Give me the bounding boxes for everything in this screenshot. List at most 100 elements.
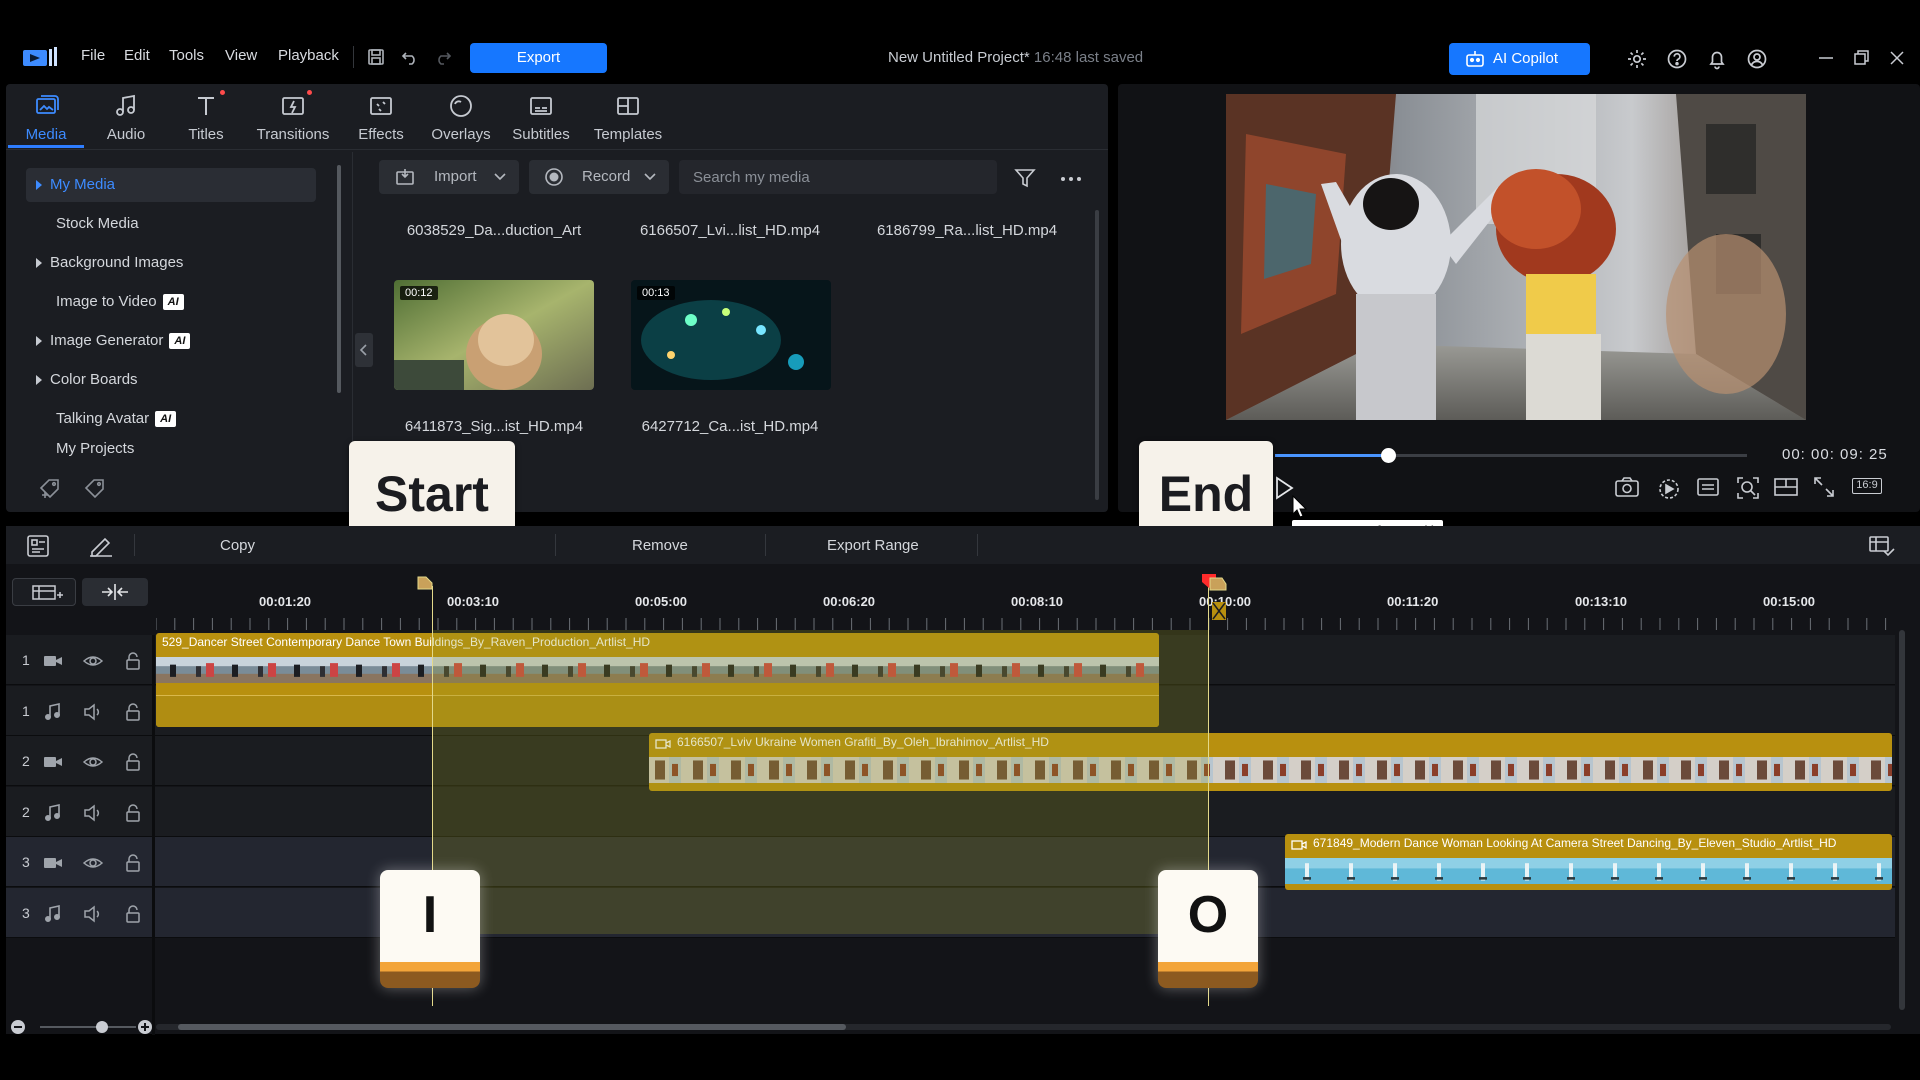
menu-file[interactable]: File	[81, 47, 105, 64]
tab-transitions[interactable]: Transitions	[253, 90, 333, 143]
timeline-clip-video-3[interactable]: 671849_Modern Dance Woman Looking At Cam…	[1285, 834, 1892, 890]
add-tag-icon[interactable]	[38, 478, 62, 500]
tab-media[interactable]: Media	[6, 92, 86, 143]
export-button[interactable]: Export	[470, 43, 607, 73]
zoom-in-icon[interactable]	[137, 1019, 153, 1035]
tab-overlays[interactable]: Overlays	[421, 92, 501, 143]
zoom-out-icon[interactable]	[10, 1019, 26, 1035]
lock-icon[interactable]	[123, 803, 143, 823]
snapshot-camera-icon[interactable]	[1614, 475, 1640, 501]
lock-icon[interactable]	[123, 853, 143, 873]
close-icon[interactable]	[1887, 48, 1911, 72]
library-scrollbar[interactable]	[1095, 210, 1099, 500]
tab-transitions-label: Transitions	[256, 126, 330, 143]
sidebar-scrollbar[interactable]	[337, 165, 341, 393]
record-button[interactable]: Record	[529, 160, 669, 194]
sidebar-item-my-projects[interactable]: My Projects	[26, 441, 316, 457]
notification-bell-icon[interactable]	[1706, 48, 1730, 72]
lock-icon[interactable]	[123, 904, 143, 924]
tab-effects[interactable]: Effects	[341, 92, 421, 143]
undo-icon[interactable]	[400, 47, 422, 69]
tab-subtitles[interactable]: Subtitles	[501, 92, 581, 143]
media-file-name[interactable]: 6038529_Da...duction_Art	[384, 222, 604, 239]
sidebar-item-image-to-video[interactable]: Image to Video AI	[26, 285, 316, 319]
music-note-icon	[43, 904, 63, 924]
save-icon[interactable]	[366, 47, 388, 69]
track-number: 3	[22, 854, 30, 870]
scrubber-progress	[1275, 454, 1389, 457]
timeline-tools-icon[interactable]	[26, 534, 50, 558]
media-file-name[interactable]: 6427712_Ca...ist_HD.mp4	[620, 418, 840, 435]
in-marker-flag[interactable]	[416, 576, 434, 590]
media-thumbnail[interactable]: 00:12	[394, 280, 594, 390]
fit-timeline-button[interactable]	[82, 578, 148, 606]
menu-edit[interactable]: Edit	[124, 47, 150, 64]
menu-view[interactable]: View	[225, 47, 257, 64]
remove-button[interactable]: Remove	[632, 537, 688, 554]
lock-icon[interactable]	[123, 752, 143, 772]
speaker-icon[interactable]	[83, 803, 103, 823]
toolbar-separator	[977, 534, 978, 556]
menu-playback[interactable]: Playback	[278, 47, 339, 64]
filter-icon[interactable]	[1014, 167, 1036, 189]
sidebar-item-color-boards[interactable]: Color Boards	[26, 363, 316, 397]
timeline-hscroll-thumb[interactable]	[178, 1024, 846, 1030]
render-preview-icon[interactable]	[1656, 475, 1682, 501]
visibility-eye-icon[interactable]	[83, 651, 103, 671]
timeline-settings-icon[interactable]	[1868, 534, 1896, 558]
copy-button[interactable]: Copy	[220, 537, 255, 554]
subtitles-toggle-icon[interactable]	[1695, 475, 1721, 501]
out-key-o: O	[1158, 870, 1258, 988]
sidebar-item-background-images[interactable]: Background Images	[26, 246, 316, 280]
settings-gear-icon[interactable]	[1626, 48, 1650, 72]
search-media-input[interactable]	[679, 160, 997, 194]
ai-copilot-button[interactable]: AI Copilot	[1449, 43, 1590, 75]
zoom-preview-icon[interactable]	[1735, 475, 1761, 501]
sidebar-item-label: Image Generator	[50, 332, 164, 349]
media-file-name[interactable]: 6411873_Sig...ist_HD.mp4	[384, 418, 604, 435]
sidebar-item-my-media[interactable]: My Media	[26, 168, 316, 202]
sidebar-item-talking-avatar[interactable]: Talking Avatar AI	[26, 402, 316, 436]
track-header-video-3: 3	[6, 853, 152, 873]
visibility-eye-icon[interactable]	[83, 853, 103, 873]
track-number: 1	[22, 703, 30, 719]
lock-icon[interactable]	[123, 702, 143, 722]
fullscreen-icon[interactable]	[1812, 475, 1838, 501]
track-manager-button[interactable]	[12, 578, 76, 606]
redo-icon[interactable]	[433, 47, 455, 69]
zoom-slider-track[interactable]	[40, 1026, 136, 1028]
more-options-icon[interactable]	[1060, 176, 1082, 182]
media-file-name[interactable]: 6186799_Ra...list_HD.mp4	[857, 222, 1077, 239]
toolbar-separator	[555, 534, 556, 556]
playhead-marker[interactable]	[1200, 572, 1228, 628]
media-thumbnail[interactable]: 00:13	[631, 280, 831, 390]
aspect-ratio-button[interactable]: 16:9	[1852, 478, 1882, 494]
speaker-icon[interactable]	[83, 702, 103, 722]
restore-icon[interactable]	[1851, 48, 1875, 72]
tab-media-label: Media	[25, 126, 67, 143]
account-icon[interactable]	[1746, 48, 1770, 72]
remove-tag-icon[interactable]	[83, 478, 107, 500]
collapse-sidebar-button[interactable]	[355, 333, 373, 367]
preview-video[interactable]	[1226, 94, 1806, 420]
menu-tools[interactable]: Tools	[169, 47, 204, 64]
import-button[interactable]: Import	[379, 160, 519, 194]
lock-icon[interactable]	[123, 651, 143, 671]
timeline-vscroll[interactable]	[1899, 630, 1905, 1010]
visibility-eye-icon[interactable]	[83, 752, 103, 772]
track-headers: 1 1 2 2 3 3	[6, 635, 152, 939]
tab-templates[interactable]: Templates	[588, 92, 668, 143]
export-range-button[interactable]: Export Range	[827, 537, 919, 554]
video-clip-icon	[1291, 839, 1307, 851]
media-file-name[interactable]: 6166507_Lvi...list_HD.mp4	[620, 222, 840, 239]
zoom-slider-handle[interactable]	[96, 1021, 108, 1033]
minimize-icon[interactable]	[1816, 48, 1840, 72]
sidebar-item-stock-media[interactable]: Stock Media	[26, 207, 316, 241]
tab-audio[interactable]: Audio	[86, 92, 166, 143]
layout-icon[interactable]	[1773, 475, 1799, 501]
tab-titles[interactable]: Titles	[166, 90, 246, 143]
sidebar-item-image-generator[interactable]: Image Generator AI	[26, 324, 316, 358]
speaker-icon[interactable]	[83, 904, 103, 924]
help-icon[interactable]	[1666, 48, 1690, 72]
edit-pen-icon[interactable]	[88, 534, 114, 558]
